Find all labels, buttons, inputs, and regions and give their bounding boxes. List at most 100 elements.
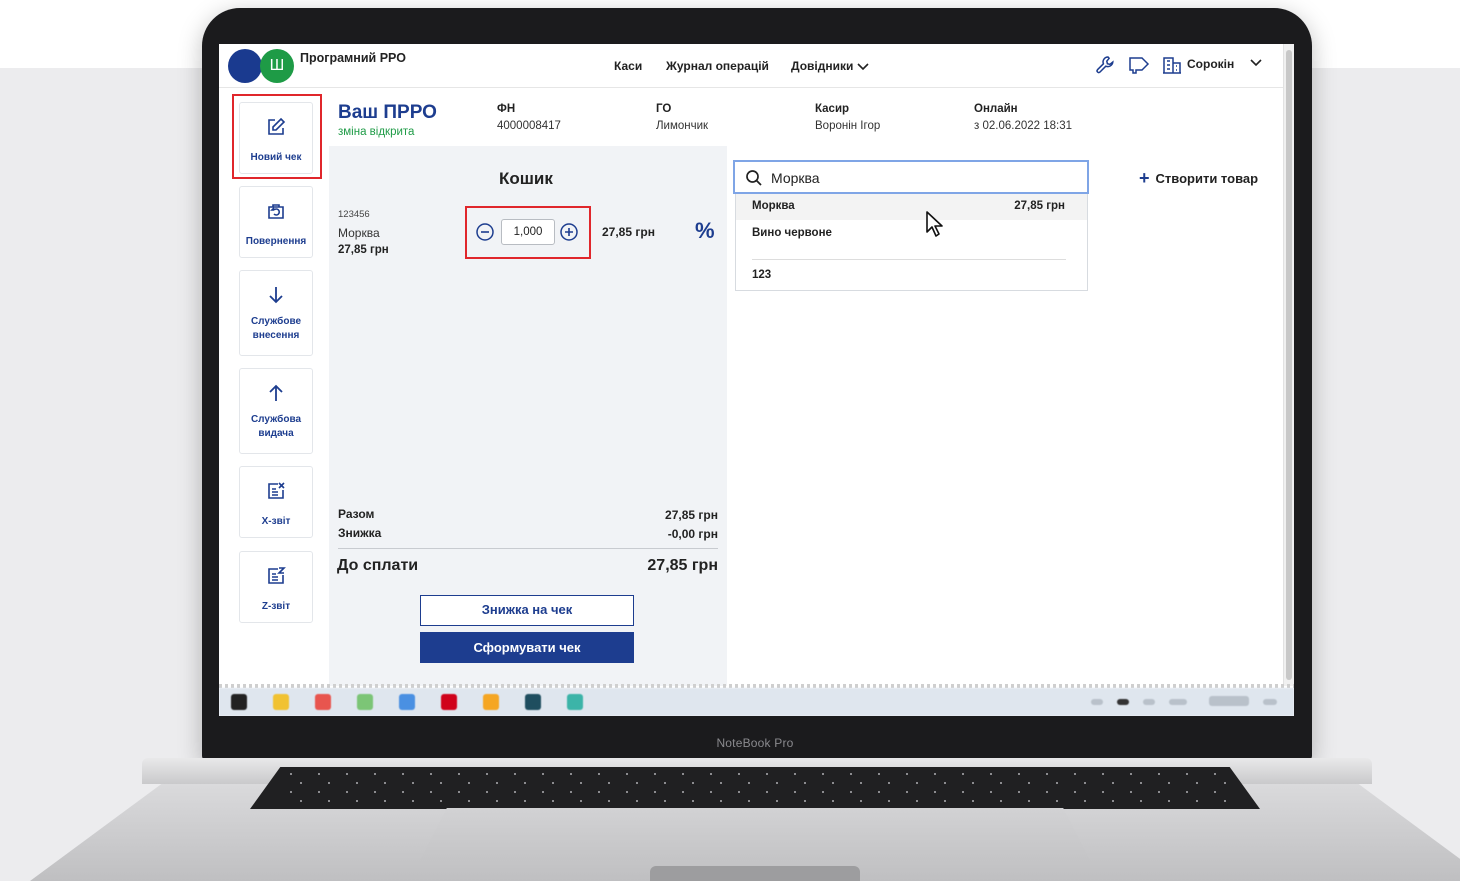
sidebar-label: Службова видача [250,414,302,439]
keyboard-key [1046,773,1048,775]
result-item[interactable]: 123 [752,269,771,281]
header-row [329,88,1283,146]
keyboard-key [318,791,320,793]
keyboard-key [636,782,638,784]
keyboard-key [776,800,778,802]
keyboard-key [766,791,768,793]
keyboard-key [346,791,348,793]
tray-notification-icon[interactable] [1263,699,1277,705]
keyboard-key [1214,791,1216,793]
keyboard-key [374,791,376,793]
keyboard-key [1084,782,1086,784]
basket-title: Кошик [499,169,553,188]
keyboard-key [1186,791,1188,793]
header-value-online: з 02.06.2022 18:31 [974,120,1072,132]
keyboard-key [1018,773,1020,775]
keyboard-key [794,773,796,775]
scrollbar-thumb[interactable] [1286,50,1292,680]
keyboard-key [1056,800,1058,802]
taskbar-app-icon[interactable] [483,694,499,710]
create-receipt-button[interactable]: Сформувати чек [420,632,634,663]
keyboard-key [962,773,964,775]
taskbar-browser-icon[interactable] [315,694,331,710]
keyboard-key [496,800,498,802]
keyboard-key [1224,800,1226,802]
sidebar-label: Повернення [245,236,307,247]
keyboard-key [1158,791,1160,793]
keyboard-key [356,782,358,784]
logo-blue-circle [228,49,262,83]
keyboard-key [1140,782,1142,784]
keyboard-key [832,800,834,802]
item-total: 27,85 грн [602,225,655,239]
scrollbar[interactable] [1283,44,1294,686]
taskbar-app-icon[interactable] [525,694,541,710]
taskbar-app-icon[interactable] [441,694,457,710]
keyboard-key [664,800,666,802]
product-search[interactable] [733,160,1089,194]
plus-icon: + [1139,168,1150,188]
laptop-brand: NoteBook Pro [716,736,794,750]
result-item[interactable]: Вино червоне [752,227,832,239]
keyboard-key [916,800,918,802]
keyboard-key [906,773,908,775]
nav-directories-label: Довідники [791,59,854,73]
keyboard-key [944,800,946,802]
keyboard-key [570,773,572,775]
tray-icon[interactable] [1169,699,1187,705]
keyboard-key [486,773,488,775]
keyboard-key [720,782,722,784]
tray-icon[interactable] [1091,699,1103,705]
discount-percent-icon[interactable]: % [695,218,715,244]
keyboard-key [972,800,974,802]
tray-clock[interactable] [1209,696,1249,706]
user-name[interactable]: Сорокін [1187,57,1234,71]
keyboard-key [598,773,600,775]
keyboard-key [412,782,414,784]
create-product-button[interactable]: + Створити товар [1139,168,1258,189]
keyboard-key [290,773,292,775]
sidebar-cash-in[interactable]: Службове внесення [239,270,313,356]
keyboard-key [1000,782,1002,784]
sidebar-return[interactable]: Повернення [239,186,313,258]
building-icon[interactable] [1162,55,1182,75]
nav-operations-journal[interactable]: Журнал операцій [666,59,769,73]
sidebar-x-report[interactable]: Х-звіт [239,466,313,538]
item-price: 27,85 грн [338,244,389,256]
result-item[interactable]: Морква [752,200,795,212]
keyboard-key [412,800,414,802]
megaphone-icon[interactable] [1128,55,1150,75]
keyboard-key [850,791,852,793]
wrench-icon[interactable] [1095,55,1115,75]
taskbar-start-icon[interactable] [231,694,247,710]
receipt-discount-button[interactable]: Знижка на чек [420,595,634,626]
tray-icon[interactable] [1143,699,1155,705]
nav-kasy[interactable]: Каси [614,59,642,73]
keyboard-key [1196,800,1198,802]
shift-status: зміна відкрита [338,126,415,138]
taskbar-app-icon[interactable] [399,694,415,710]
keyboard-key [1102,773,1104,775]
keyboard-key [402,791,404,793]
search-input[interactable] [771,168,1071,188]
keyboard-key [1196,782,1198,784]
taskbar-folder-icon[interactable] [273,694,289,710]
sidebar-label: Х-звіт [261,516,291,527]
return-bag-icon [268,204,284,219]
taskbar-app-icon[interactable] [357,694,373,710]
taskbar-app-icon[interactable] [567,694,583,710]
sidebar-cash-out[interactable]: Службова видача [239,368,313,454]
page-title: Ваш ПРРО [338,102,437,123]
keyboard-key [878,791,880,793]
nav-directories[interactable]: Довідники [791,59,869,73]
keyboard-key [402,773,404,775]
keyboard-key [1186,773,1188,775]
keyboard-key [860,800,862,802]
tray-icon[interactable] [1117,699,1129,705]
keyboard-key [692,800,694,802]
sidebar-z-report[interactable]: Z-звіт [239,551,313,623]
keyboard-key [906,791,908,793]
keyboard-key [962,791,964,793]
z-report-icon [268,567,286,584]
user-menu-chevron-icon[interactable] [1249,56,1263,70]
